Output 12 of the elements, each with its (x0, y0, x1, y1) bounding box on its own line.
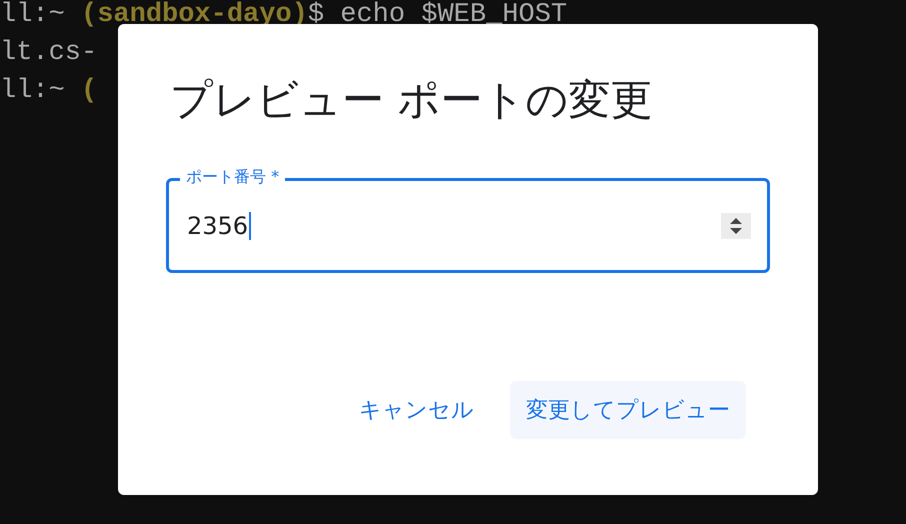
terminal-text: (sandbox-dayo) (81, 0, 308, 30)
change-and-preview-button[interactable]: 変更してプレビュー (510, 381, 746, 439)
field-label: ポート番号 * (180, 167, 286, 187)
cancel-button[interactable]: キャンセル (343, 381, 490, 439)
terminal-text: ll:~ (0, 0, 66, 30)
text-cursor (249, 212, 252, 240)
spinner-arrows-icon[interactable] (721, 212, 751, 238)
dialog-title: プレビュー ポートの変更 (170, 74, 654, 126)
terminal-text: $ echo $WEB_HOST (308, 0, 568, 30)
terminal-text: lt.cs- (0, 38, 98, 68)
terminal-text: ( (81, 76, 98, 106)
terminal-text: ll:~ (0, 76, 66, 106)
